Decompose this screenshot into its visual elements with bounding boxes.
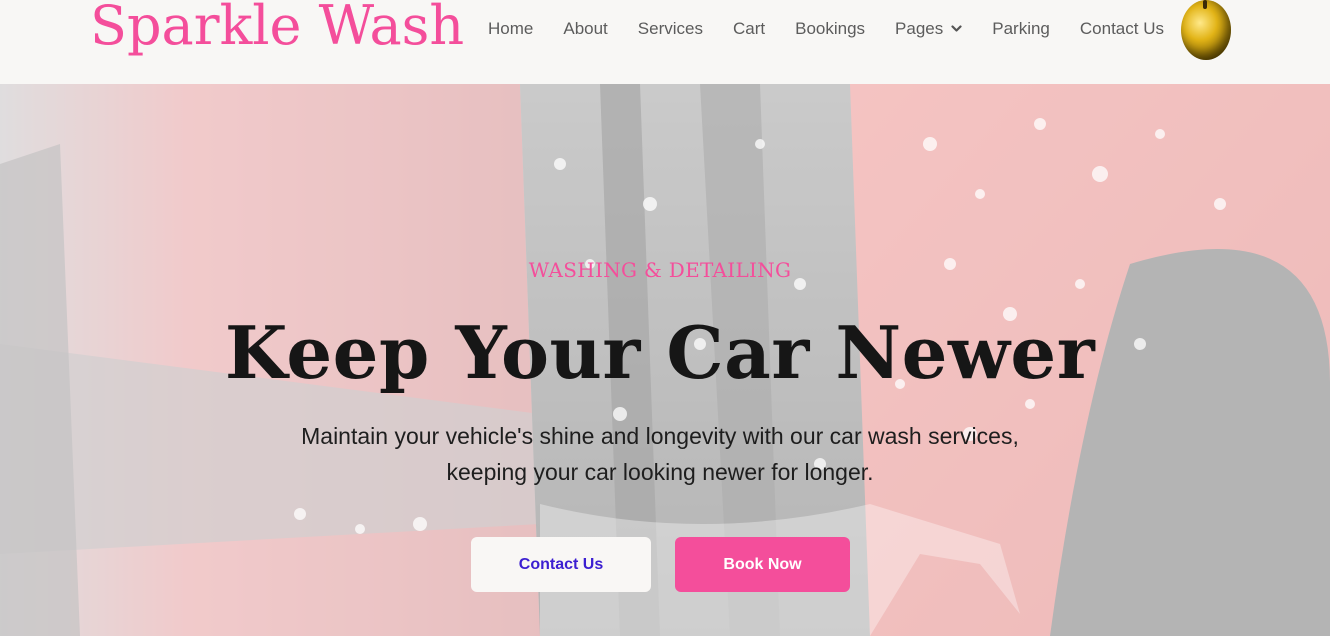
nav-cart-label: Cart bbox=[732, 19, 766, 38]
nav-contact-us[interactable]: Contact Us bbox=[1080, 19, 1164, 39]
nav-parking[interactable]: Parking bbox=[992, 19, 1050, 39]
nav-parking-label: Parking bbox=[992, 19, 1050, 38]
apple-stem-icon bbox=[1203, 0, 1207, 9]
nav-home[interactable]: Home bbox=[488, 19, 533, 39]
hero-subtitle: Maintain your vehicle's shine and longev… bbox=[255, 418, 1065, 490]
hero-title: Keep Your Car Newer bbox=[224, 310, 1096, 395]
hero-eyebrow: WASHING & DETAILING bbox=[528, 258, 792, 282]
nav-services-label: Services bbox=[637, 19, 703, 38]
chevron-down-icon bbox=[951, 25, 962, 32]
nav-about-label: About bbox=[563, 19, 608, 38]
brand-logo[interactable]: Sparkle Wash bbox=[90, 0, 464, 62]
nav-bookings[interactable]: Bookings bbox=[795, 19, 865, 39]
nav-home-label: Home bbox=[488, 19, 534, 38]
page: Sparkle Wash Home About Services Cart Bo… bbox=[0, 0, 1330, 636]
nav-pages-dropdown[interactable]: Pages bbox=[895, 19, 962, 39]
hero-subtitle-line-2: keeping your car looking newer for longe… bbox=[446, 459, 874, 485]
hero-section: WASHING & DETAILING Keep Your Car Newer … bbox=[0, 84, 1330, 636]
nav-services[interactable]: Services bbox=[638, 19, 703, 39]
user-avatar[interactable] bbox=[1181, 0, 1231, 60]
nav-about[interactable]: About bbox=[563, 19, 607, 39]
main-nav: Home About Services Cart Bookings Pages … bbox=[488, 0, 1164, 58]
nav-cart[interactable]: Cart bbox=[733, 19, 765, 39]
nav-pages-label: Pages bbox=[895, 19, 944, 38]
book-now-button[interactable]: Book Now bbox=[675, 537, 850, 592]
contact-us-button[interactable]: Contact Us bbox=[471, 537, 651, 592]
site-header: Sparkle Wash Home About Services Cart Bo… bbox=[0, 0, 1330, 84]
nav-bookings-label: Bookings bbox=[795, 19, 866, 38]
nav-contact-us-label: Contact Us bbox=[1079, 19, 1164, 38]
hero-subtitle-line-1: Maintain your vehicle's shine and longev… bbox=[301, 423, 1019, 449]
